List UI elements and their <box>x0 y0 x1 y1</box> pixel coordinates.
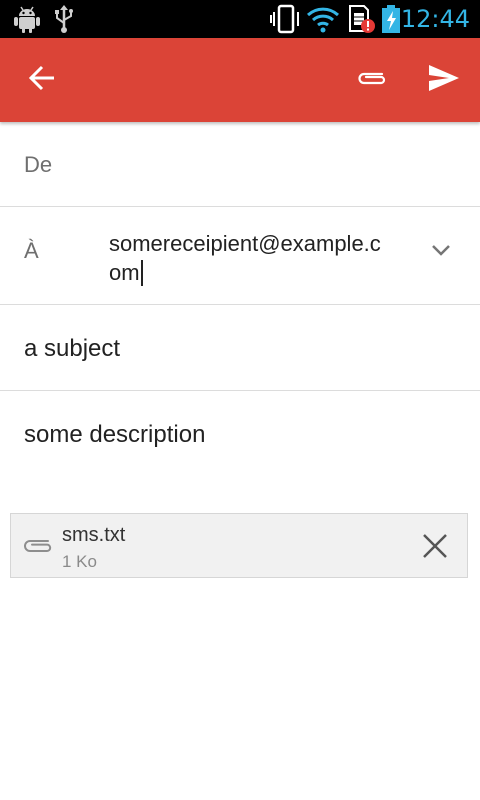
battery-charging-icon <box>380 4 402 34</box>
back-arrow-icon <box>28 64 56 97</box>
to-value-text: somereceipient@example.com <box>109 231 381 285</box>
status-bar: 12:44 <box>0 0 480 38</box>
subject-input[interactable]: a subject <box>24 335 120 363</box>
sim-alert-icon <box>346 4 376 34</box>
android-debug-icon <box>12 4 42 34</box>
send-icon <box>428 64 460 97</box>
app-bar <box>0 38 480 122</box>
clock: 12:44 <box>400 5 470 33</box>
attachment-card[interactable]: sms.txt 1 Ko <box>10 513 468 578</box>
body-input[interactable]: some description <box>24 421 205 449</box>
attachment-size: 1 Ko <box>62 552 97 571</box>
chevron-down-icon[interactable] <box>428 237 454 263</box>
text-cursor <box>140 260 143 286</box>
send-button[interactable] <box>412 38 476 122</box>
to-input[interactable]: somereceipient@example.com <box>109 229 389 287</box>
from-label: De <box>24 152 53 177</box>
attach-icon <box>356 68 388 93</box>
attach-button[interactable] <box>340 38 404 122</box>
subject-field[interactable]: a subject <box>0 305 480 391</box>
paperclip-icon <box>21 534 53 558</box>
body-field[interactable]: some description <box>0 391 480 491</box>
back-button[interactable] <box>10 38 74 122</box>
to-label: À <box>24 238 39 263</box>
vibrate-icon <box>270 4 302 34</box>
to-field[interactable]: À somereceipient@example.com <box>0 207 480 305</box>
attachment-name: sms.txt <box>62 524 126 546</box>
wifi-icon <box>306 4 340 34</box>
close-icon[interactable] <box>421 532 449 560</box>
from-field[interactable]: De <box>0 123 480 207</box>
usb-icon <box>52 4 76 34</box>
